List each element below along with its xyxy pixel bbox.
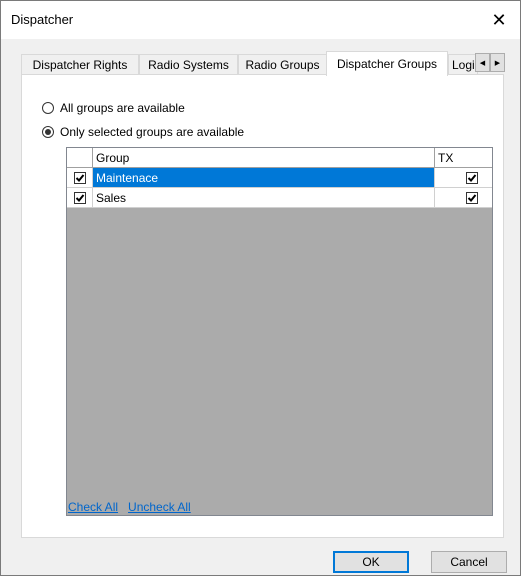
header-tx[interactable]: TX <box>435 148 492 167</box>
tab-strip: Dispatcher Rights Radio Systems Radio Gr… <box>21 51 505 76</box>
tab-dispatcher-groups[interactable]: Dispatcher Groups <box>326 51 448 76</box>
radio-all-label: All groups are available <box>60 101 185 115</box>
radio-all-groups[interactable]: All groups are available <box>42 101 185 115</box>
tab-label: Radio Systems <box>148 57 229 72</box>
tab-label: Dispatcher Rights <box>32 57 128 72</box>
dispatcher-dialog: Dispatcher ✕ Dispatcher Rights Radio Sys… <box>0 0 521 576</box>
check-links: Check All Uncheck All <box>68 500 191 514</box>
radio-dot <box>45 129 51 135</box>
checkmark-icon <box>75 173 84 182</box>
scroll-right-icon[interactable]: ▶ <box>490 53 505 72</box>
grid-header: Group TX <box>67 148 492 168</box>
row-check-cell <box>67 188 93 207</box>
group-name-cell[interactable]: Sales <box>93 188 435 207</box>
row-check-cell <box>67 168 93 187</box>
tx-cell <box>435 188 492 207</box>
tab-radio-groups[interactable]: Radio Groups <box>238 54 327 74</box>
tab-scroll-buttons: ◀ ▶ <box>475 53 505 72</box>
tx-cell <box>435 168 492 187</box>
cancel-button[interactable]: Cancel <box>431 551 507 573</box>
table-row[interactable]: Maintenace <box>67 168 492 188</box>
tx-checkbox[interactable] <box>466 191 478 204</box>
radio-selected-label: Only selected groups are available <box>60 125 245 139</box>
tx-checkbox[interactable] <box>466 171 478 184</box>
groups-grid: Group TX Maintenace Sales <box>66 147 493 516</box>
row-checkbox[interactable] <box>73 171 86 184</box>
tab-logic[interactable]: Logic <box>448 54 478 74</box>
tab-radio-systems[interactable]: Radio Systems <box>139 54 238 74</box>
radio-selected-groups[interactable]: Only selected groups are available <box>42 125 244 139</box>
tab-label: Dispatcher Groups <box>336 57 438 71</box>
ok-button[interactable]: OK <box>333 551 409 573</box>
uncheck-all-link[interactable]: Uncheck All <box>128 500 191 514</box>
tab-label: Radio Groups <box>245 57 320 72</box>
dispatcher-groups-panel: All groups are available Only selected g… <box>21 74 504 538</box>
radio-button[interactable] <box>42 102 54 114</box>
checkmark-icon <box>467 193 477 202</box>
row-checkbox[interactable] <box>73 191 86 204</box>
check-all-link[interactable]: Check All <box>68 500 118 514</box>
checkmark-icon <box>75 193 84 202</box>
radio-button[interactable] <box>42 126 54 138</box>
title-bar: Dispatcher ✕ <box>1 1 520 39</box>
header-group[interactable]: Group <box>93 148 435 167</box>
tab-dispatcher-rights[interactable]: Dispatcher Rights <box>21 54 139 74</box>
close-icon[interactable]: ✕ <box>484 5 514 35</box>
scroll-left-icon[interactable]: ◀ <box>475 53 490 72</box>
checkmark-icon <box>467 173 477 182</box>
table-row[interactable]: Sales <box>67 188 492 208</box>
header-check-column <box>67 148 93 167</box>
group-name-cell[interactable]: Maintenace <box>93 168 435 187</box>
window-title: Dispatcher <box>11 12 74 27</box>
